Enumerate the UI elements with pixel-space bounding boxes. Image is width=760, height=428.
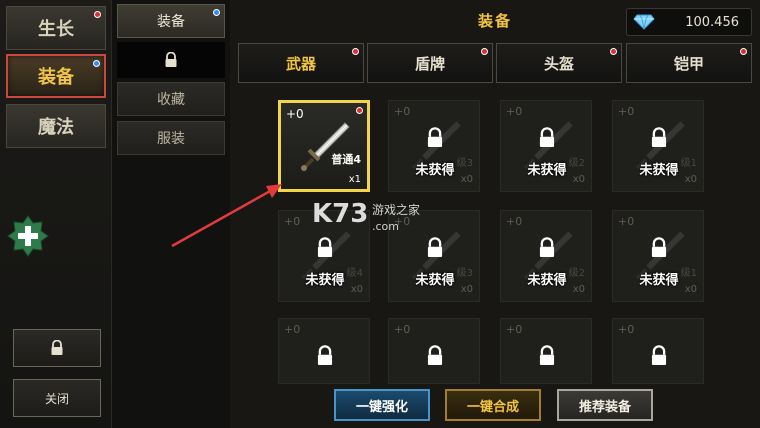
item-quantity: x1	[348, 174, 361, 185]
notification-dot	[213, 9, 220, 16]
item-slot[interactable]: +0 未获得 级2 x0	[500, 100, 592, 192]
notification-dot	[481, 48, 488, 55]
enhance-level: +0	[284, 323, 301, 336]
item-grade-faded: 级3	[456, 268, 473, 279]
enhance-level: +0	[618, 323, 635, 336]
subtab-costume[interactable]: 服装	[117, 121, 225, 155]
subtab-collection[interactable]: 收藏	[117, 82, 225, 116]
recommend-equipment-button[interactable]: 推荐装备	[557, 389, 653, 421]
category-helmet[interactable]: 头盔	[496, 43, 622, 83]
watermark-brand: K73	[312, 199, 368, 229]
notification-dot	[93, 60, 100, 67]
tab-magic-label: 魔法	[38, 117, 74, 138]
watermark-domain: .com	[372, 220, 399, 233]
lock-icon	[651, 345, 667, 365]
category-armor-label: 铠甲	[673, 54, 704, 73]
diamond-icon	[633, 14, 655, 30]
category-weapon-label: 武器	[285, 54, 316, 73]
lock-icon	[651, 237, 667, 257]
item-quantity: x0	[684, 284, 697, 295]
site-watermark: K73 游戏之家 .com	[312, 196, 442, 236]
item-quantity: x0	[572, 174, 585, 185]
tab-equipment-label: 装备	[38, 67, 74, 88]
category-weapon[interactable]: 武器	[238, 43, 364, 83]
lock-icon	[651, 127, 667, 147]
add-plus-icon[interactable]	[6, 214, 50, 258]
item-grade-faded: 级2	[568, 158, 585, 169]
lock-button[interactable]	[13, 329, 101, 367]
notification-dot	[94, 11, 101, 18]
subtab-costume-label: 服装	[157, 131, 185, 147]
lock-icon	[539, 127, 555, 147]
notification-dot	[356, 107, 363, 114]
item-slot[interactable]: +0 未获得 级1 x0	[612, 210, 704, 302]
lock-icon	[51, 340, 63, 355]
watermark-subtitle: 游戏之家	[372, 202, 420, 217]
item-grade-faded: 级4	[346, 268, 363, 279]
lock-icon	[427, 127, 443, 147]
lock-icon	[427, 237, 443, 257]
tab-growth-label: 生长	[38, 19, 74, 40]
main-panel: 装备 100.456 武器 盾牌 头盔 铠甲 +0 普通4 x1 +0 未获得 …	[230, 0, 760, 428]
left-rail: 生长 装备 魔法 关闭	[0, 0, 112, 428]
lock-icon	[317, 345, 333, 365]
tab-growth[interactable]: 生长	[6, 6, 106, 50]
enhance-level: +0	[394, 323, 411, 336]
category-shield-label: 盾牌	[414, 54, 445, 73]
enhance-all-button[interactable]: 一键强化	[334, 389, 430, 421]
category-armor[interactable]: 铠甲	[626, 43, 752, 83]
item-slot[interactable]: +0	[612, 318, 704, 384]
item-slot[interactable]: +0 未获得 级3 x0	[388, 100, 480, 192]
recommend-equipment-label: 推荐装备	[578, 399, 631, 415]
close-button[interactable]: 关闭	[13, 379, 101, 417]
category-helmet-label: 头盔	[543, 54, 574, 73]
item-quantity: x0	[460, 174, 473, 185]
item-slot[interactable]: +0	[278, 318, 370, 384]
subtab-equipment-label: 装备	[157, 14, 185, 30]
item-slot[interactable]: +0	[500, 318, 592, 384]
item-grade-faded: 级1	[680, 268, 697, 279]
notification-dot	[610, 48, 617, 55]
close-label: 关闭	[44, 391, 69, 406]
sub-nav: 装备 收藏 服装	[112, 0, 230, 428]
item-quantity: x0	[572, 284, 585, 295]
item-grid: +0 普通4 x1 +0 未获得 级3 x0 +0 未获得 级2 x0 +0 未…	[270, 94, 718, 384]
lock-icon	[165, 52, 177, 67]
tab-magic[interactable]: 魔法	[6, 104, 106, 148]
subtab-locked[interactable]	[117, 42, 225, 78]
sword-icon	[301, 122, 350, 171]
notification-dot	[740, 48, 747, 55]
lock-icon	[539, 237, 555, 257]
tab-equipment[interactable]: 装备	[6, 54, 106, 98]
item-grade-faded: 级2	[568, 268, 585, 279]
enhance-all-label: 一键强化	[355, 399, 408, 415]
lock-icon	[427, 345, 443, 365]
item-grade-faded: 级1	[680, 158, 697, 169]
item-quantity: x0	[350, 284, 363, 295]
item-grade: 普通4	[331, 153, 361, 166]
item-quantity: x0	[684, 174, 697, 185]
item-slot[interactable]: +0 未获得 级1 x0	[612, 100, 704, 192]
synthesize-all-button[interactable]: 一键合成	[445, 389, 541, 421]
item-slot-selected[interactable]: +0 普通4 x1	[278, 100, 370, 192]
notification-dot	[352, 48, 359, 55]
item-grade-faded: 级3	[456, 158, 473, 169]
lock-icon	[317, 237, 333, 257]
enhance-level: +0	[506, 323, 523, 336]
item-quantity: x0	[460, 284, 473, 295]
subtab-equipment[interactable]: 装备	[117, 4, 225, 38]
category-shield[interactable]: 盾牌	[367, 43, 493, 83]
currency-value: 100.456	[685, 14, 739, 30]
synthesize-all-label: 一键合成	[466, 399, 519, 415]
lock-icon	[539, 345, 555, 365]
item-slot[interactable]: +0	[388, 318, 480, 384]
page-title: 装备	[477, 11, 512, 30]
currency-display: 100.456	[626, 8, 752, 36]
subtab-collection-label: 收藏	[157, 92, 185, 108]
item-slot[interactable]: +0 未获得 级2 x0	[500, 210, 592, 302]
